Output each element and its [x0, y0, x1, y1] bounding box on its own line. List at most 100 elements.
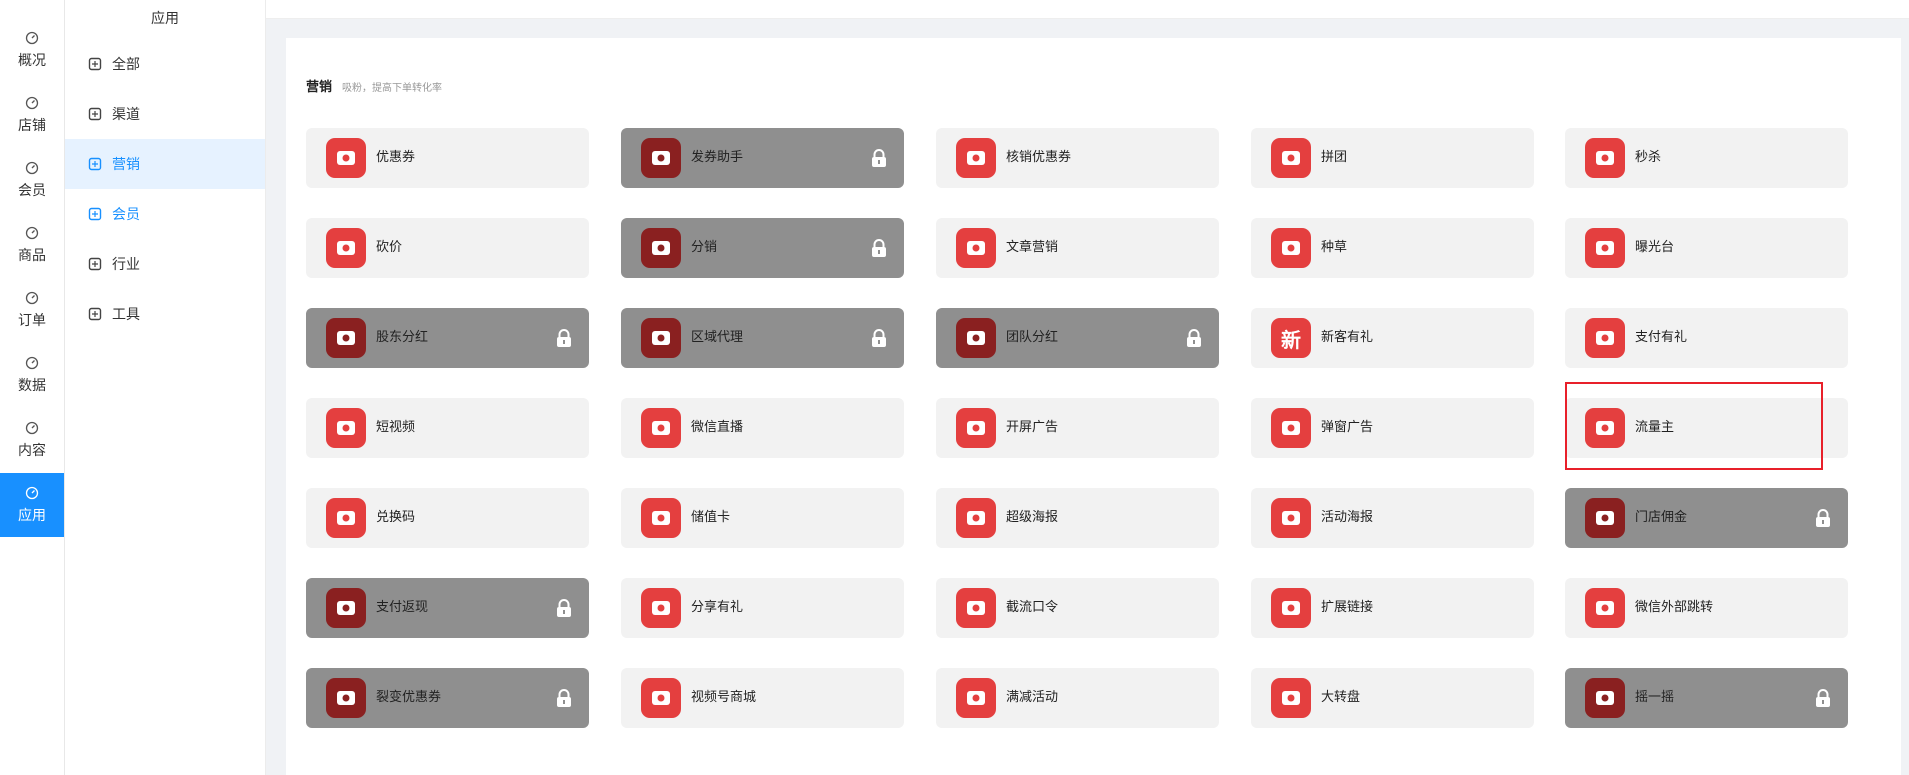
app-tile[interactable]: 大转盘 — [1251, 668, 1534, 728]
app-tile-label: 分销 — [691, 240, 718, 255]
app-tile[interactable]: 短视频 — [306, 398, 589, 458]
user-icon — [25, 161, 39, 175]
rail-item-label: 订单 — [18, 312, 46, 329]
app-tile[interactable]: 文章营销 — [936, 218, 1219, 278]
app-tile[interactable]: 分享有礼 — [621, 578, 904, 638]
app-tile[interactable]: 裂变优惠券 — [306, 668, 589, 728]
app-tile[interactable]: 视频号商城 — [621, 668, 904, 728]
subnav-item[interactable]: 工具 — [65, 289, 265, 339]
app-tile-label: 扩展链接 — [1321, 600, 1374, 615]
star-icon — [956, 498, 996, 538]
app-tile-label: 流量主 — [1635, 420, 1675, 435]
app-tile-label: 文章营销 — [1006, 240, 1059, 255]
app-tile[interactable]: 拼团 — [1251, 128, 1534, 188]
app-tile[interactable]: 弹窗广告 — [1251, 398, 1534, 458]
app-tile[interactable]: 储值卡 — [621, 488, 904, 548]
subnav-item-label: 营销 — [112, 157, 140, 173]
app-tile-label: 视频号商城 — [691, 690, 757, 705]
subnav-item[interactable]: 会员 — [65, 189, 265, 239]
app-tile-label: 优惠券 — [376, 150, 416, 165]
app-tile[interactable]: 截流口令 — [936, 578, 1219, 638]
app-tile[interactable]: 种草 — [1251, 218, 1534, 278]
rail-item-label: 概况 — [18, 52, 46, 69]
app-tile[interactable]: 门店佣金 — [1565, 488, 1848, 548]
app-tile[interactable]: 摇一摇 — [1565, 668, 1848, 728]
app-tile-label: 新客有礼 — [1321, 330, 1374, 345]
sprout-icon — [1271, 228, 1311, 268]
subnav-item[interactable]: 营销 — [65, 139, 265, 189]
app-tile-label: 裂变优惠券 — [376, 690, 442, 705]
rail-item[interactable]: 数据 — [0, 343, 64, 407]
rail-item[interactable]: 店铺 — [0, 83, 64, 147]
wechat-icon — [1585, 588, 1625, 628]
live-icon — [641, 408, 681, 448]
app-tile-label: 超级海报 — [1006, 510, 1059, 525]
section-subtitle: 吸粉，提高下单转化率 — [342, 83, 442, 94]
lock-icon — [553, 597, 575, 619]
app-tile[interactable]: 优惠券 — [306, 128, 589, 188]
app-tile[interactable]: 分销 — [621, 218, 904, 278]
app-tile-label: 种草 — [1321, 240, 1348, 255]
app-tile[interactable]: 满减活动 — [936, 668, 1219, 728]
subnav-item[interactable]: 渠道 — [65, 89, 265, 139]
app-tile-label: 分享有礼 — [691, 600, 744, 615]
verify-coupon-icon — [956, 138, 996, 178]
app-tile[interactable]: 支付返现 — [306, 578, 589, 638]
app-tile[interactable]: 发券助手 — [621, 128, 904, 188]
rail-item[interactable]: 内容 — [0, 408, 64, 472]
gauge-icon — [25, 31, 39, 45]
lock-icon — [553, 687, 575, 709]
subnav-item-label: 会员 — [112, 207, 140, 223]
app-tile-label: 兑换码 — [376, 510, 416, 525]
app-tile-label: 拼团 — [1321, 150, 1348, 165]
lightning-icon — [1585, 138, 1625, 178]
app-tile-label: 储值卡 — [691, 510, 731, 525]
rail-item[interactable]: 应用 — [0, 473, 64, 537]
app-tile-label: 发券助手 — [691, 150, 744, 165]
subnav-item[interactable]: 行业 — [65, 239, 265, 289]
app-tile[interactable]: 微信外部跳转 — [1565, 578, 1848, 638]
app-tile[interactable]: 团队分红 — [936, 308, 1219, 368]
ad-popup-icon — [1271, 408, 1311, 448]
app-tile[interactable]: 曝光台 — [1565, 218, 1848, 278]
timer-icon — [1271, 498, 1311, 538]
app-tile[interactable]: 新新客有礼 — [1251, 308, 1534, 368]
app-tile[interactable]: 秒杀 — [1565, 128, 1848, 188]
subnav-item[interactable]: 全部 — [65, 39, 265, 89]
folder-icon — [25, 421, 39, 435]
coins-icon — [641, 318, 681, 358]
share-gift-icon — [641, 588, 681, 628]
app-tile[interactable]: 支付有礼 — [1565, 308, 1848, 368]
app-tile-label: 支付返现 — [376, 600, 429, 615]
app-tile[interactable]: 砍价 — [306, 218, 589, 278]
lock-icon — [1812, 507, 1834, 529]
app-tile[interactable]: 区域代理 — [621, 308, 904, 368]
rail-item-label: 店铺 — [18, 117, 46, 134]
rail-item-label: 内容 — [18, 442, 46, 459]
rail-item[interactable]: 商品 — [0, 213, 64, 277]
app-tile[interactable]: 微信直播 — [621, 398, 904, 458]
section-title: 营销 — [306, 80, 333, 95]
app-tile-label: 短视频 — [376, 420, 416, 435]
app-tile[interactable]: 核销优惠券 — [936, 128, 1219, 188]
app-tile[interactable]: 开屏广告 — [936, 398, 1219, 458]
channel-icon — [87, 106, 103, 122]
app-tile-label: 大转盘 — [1321, 690, 1361, 705]
lock-icon — [868, 237, 890, 259]
app-tile[interactable]: 股东分红 — [306, 308, 589, 368]
rail-item[interactable]: 会员 — [0, 148, 64, 212]
rail-item[interactable]: 概况 — [0, 18, 64, 82]
password-icon — [956, 588, 996, 628]
app-tile[interactable]: 活动海报 — [1251, 488, 1534, 548]
fission-coupon-icon — [326, 678, 366, 718]
app-tile[interactable]: 超级海报 — [936, 488, 1219, 548]
store-commission-icon — [1585, 498, 1625, 538]
gift-icon — [1585, 318, 1625, 358]
box-icon — [25, 226, 39, 240]
rail-item[interactable]: 订单 — [0, 278, 64, 342]
app-tile[interactable]: 兑换码 — [306, 488, 589, 548]
redeem-code-icon — [326, 498, 366, 538]
app-tile[interactable]: 扩展链接 — [1251, 578, 1534, 638]
app-tile[interactable]: 流量主 — [1565, 398, 1848, 458]
app-tile-label: 开屏广告 — [1006, 420, 1059, 435]
